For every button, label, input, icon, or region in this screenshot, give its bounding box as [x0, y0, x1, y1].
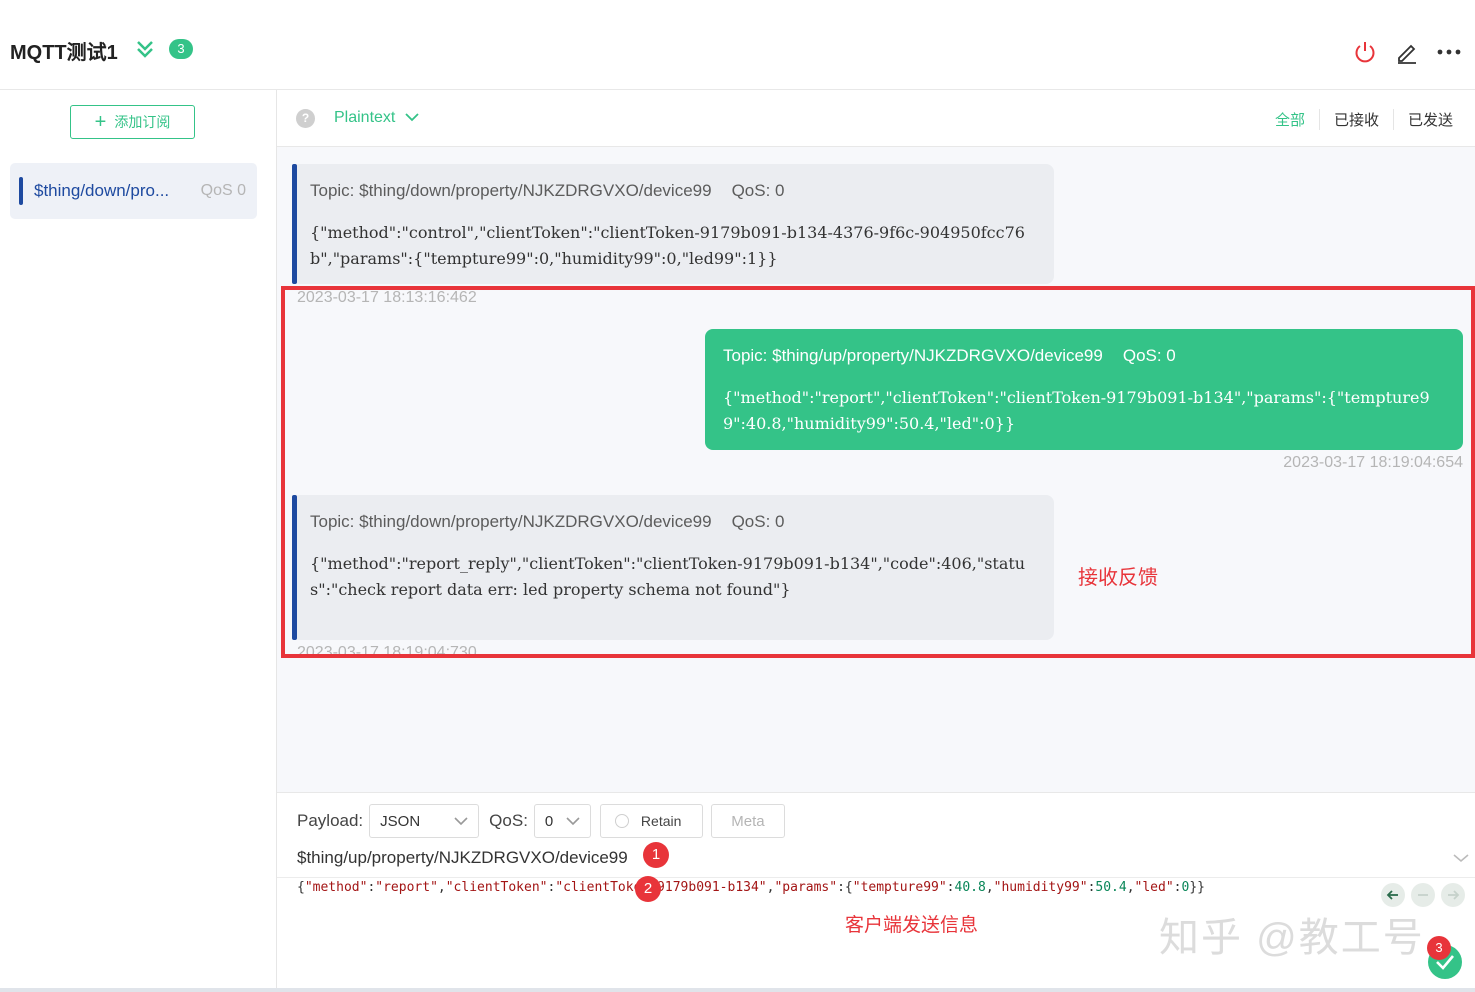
- payload-token: ,: [437, 880, 446, 895]
- connection-count-badge: 3: [169, 39, 193, 59]
- received-message: Topic: $thing/down/property/NJKZDRGVXO/d…: [292, 164, 1054, 284]
- payload-token: "humidity99": [993, 880, 1088, 895]
- payload-token: :: [946, 880, 955, 895]
- payload-label: Payload:: [297, 811, 364, 830]
- qos-label: QoS:: [489, 811, 528, 830]
- payload-token: "report": [375, 880, 438, 895]
- qos-select[interactable]: 0: [533, 804, 591, 838]
- payload-token: 50.4: [1095, 880, 1127, 895]
- filter-tab-sent[interactable]: 已发送: [1392, 109, 1467, 130]
- annotation-highlight-box: [281, 286, 1475, 658]
- payload-format-select[interactable]: Plaintext: [334, 109, 395, 127]
- payload-token: ,: [1126, 880, 1135, 895]
- divider: [277, 877, 1475, 878]
- help-icon[interactable]: ?: [296, 109, 315, 128]
- meta-button[interactable]: Meta: [710, 804, 785, 838]
- connection-header: MQTT测试1 3: [0, 0, 1475, 90]
- arrow-right-icon: [1448, 890, 1460, 900]
- payload-token: "method": [304, 880, 368, 895]
- payload-token: "clientToken": [445, 880, 548, 895]
- publish-topic-input[interactable]: $thing/up/property/NJKZDRGVXO/device99: [297, 848, 628, 868]
- payload-token: 40.8: [954, 880, 986, 895]
- payload-type-value: JSON: [380, 812, 421, 830]
- history-clear-button[interactable]: [1411, 883, 1435, 907]
- annotation-marker-3: 3: [1427, 936, 1451, 960]
- chevron-down-icon[interactable]: [405, 112, 419, 122]
- subscription-item[interactable]: $thing/down/pro... QoS 0: [10, 163, 257, 219]
- retain-toggle[interactable]: Retain: [599, 804, 703, 838]
- double-chevron-down-icon[interactable]: [134, 38, 156, 60]
- annotation-marker-1: 1: [643, 842, 669, 868]
- retain-label: Retain: [640, 813, 682, 829]
- bottom-scrollbar[interactable]: [0, 988, 1475, 992]
- payload-token: :{: [837, 880, 853, 895]
- edit-pencil-icon[interactable]: [1395, 40, 1419, 64]
- history-forward-button[interactable]: [1441, 883, 1465, 907]
- annotation-feedback-label: 接收反馈: [1078, 567, 1158, 589]
- message-payload: {"method":"control","clientToken":"clien…: [310, 223, 1025, 268]
- payload-token: "tempture99": [852, 880, 947, 895]
- message-filter-tabs: 全部 已接收 已发送: [1261, 109, 1467, 130]
- filter-tab-received[interactable]: 已接收: [1318, 109, 1393, 130]
- history-back-button[interactable]: [1381, 883, 1405, 907]
- subscriptions-sidebar: + 添加订阅 $thing/down/pro... QoS 0: [0, 90, 277, 992]
- publish-payload-editor[interactable]: {"method":"report","clientToken":"client…: [297, 880, 1205, 895]
- message-topic: Topic: $thing/down/property/NJKZDRGVXO/d…: [310, 181, 785, 200]
- payload-token: :: [1173, 880, 1182, 895]
- more-options-icon[interactable]: [1436, 40, 1462, 64]
- payload-token: "led": [1134, 880, 1174, 895]
- subscription-qos: QoS 0: [200, 182, 246, 199]
- message-qos: QoS: 0: [731, 181, 785, 200]
- disconnect-power-icon[interactable]: [1353, 40, 1377, 64]
- publish-panel: Payload: JSON QoS: 0 Retain Meta $thing/…: [277, 792, 1475, 992]
- qos-value: 0: [544, 812, 554, 830]
- retain-radio[interactable]: [614, 814, 629, 828]
- annotation-send-label: 客户端发送信息: [845, 915, 979, 936]
- watermark: 知乎 @教工号: [1159, 916, 1425, 960]
- payload-type-select[interactable]: JSON: [369, 804, 480, 838]
- payload-token: }}: [1189, 880, 1205, 895]
- subscription-topic: $thing/down/pro...: [34, 181, 170, 200]
- add-subscription-button[interactable]: + 添加订阅: [70, 105, 195, 139]
- message-toolbar: ? Plaintext 全部 已接收 已发送: [277, 90, 1475, 147]
- payload-token: {: [297, 880, 305, 895]
- publish-options: Payload: JSON QoS: 0 Retain Meta: [297, 804, 785, 838]
- plus-icon: +: [94, 111, 107, 133]
- filter-tab-all[interactable]: 全部: [1261, 109, 1319, 130]
- history-nav: [1381, 883, 1465, 907]
- payload-token: "params": [774, 880, 838, 895]
- add-subscription-label: 添加订阅: [114, 114, 171, 130]
- subscription-color-bar: [19, 177, 23, 205]
- chevron-down-icon: [566, 817, 580, 826]
- chevron-down-icon[interactable]: [1453, 853, 1469, 863]
- chevron-down-icon: [454, 817, 468, 826]
- annotation-marker-2: 2: [635, 876, 661, 902]
- payload-token: ,: [985, 880, 994, 895]
- connection-title: MQTT测试1: [10, 42, 118, 64]
- minus-icon: [1418, 894, 1428, 896]
- arrow-left-icon: [1386, 890, 1398, 900]
